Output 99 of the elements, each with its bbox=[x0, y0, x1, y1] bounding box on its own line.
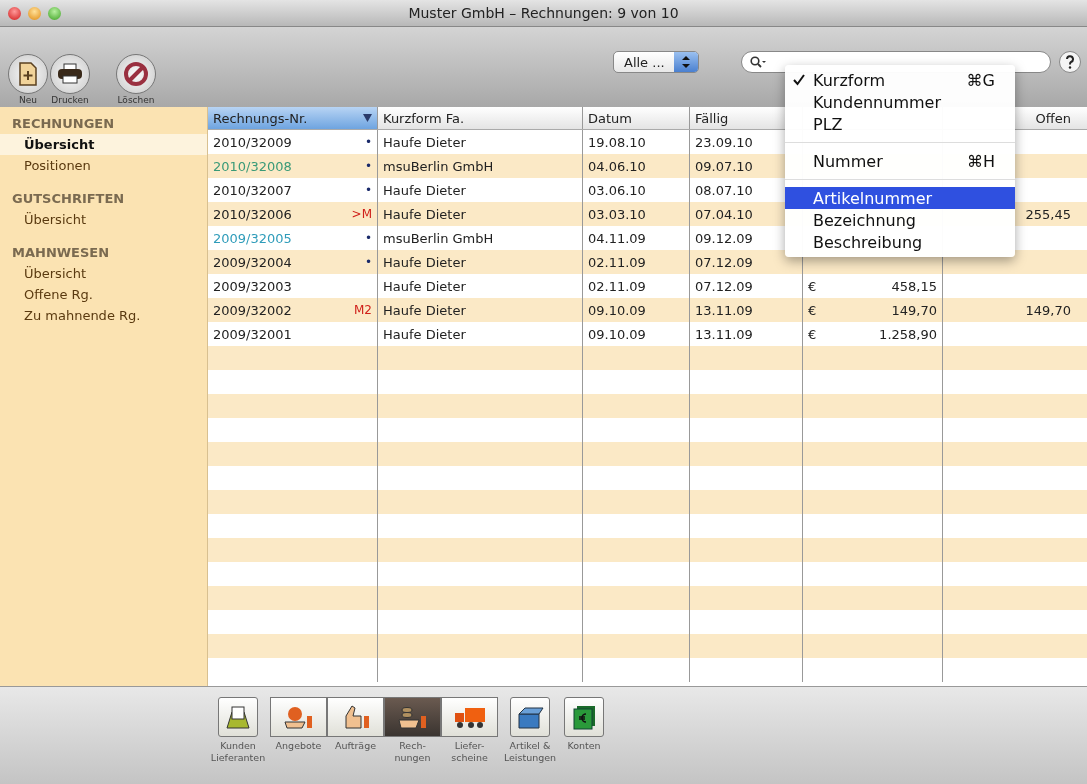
table-cell: 2009/32004 bbox=[213, 254, 292, 270]
box-icon bbox=[515, 704, 545, 730]
updown-arrows-icon bbox=[682, 56, 690, 68]
table-cell: 2010/32008 bbox=[213, 158, 292, 174]
section-heading: RECHNUNGEN bbox=[11, 115, 116, 133]
card-holder-icon bbox=[224, 704, 252, 730]
status-mark: • bbox=[364, 255, 372, 269]
table-cell: Haufe Dieter bbox=[383, 278, 466, 294]
offer-module-button[interactable] bbox=[270, 697, 327, 737]
table-cell: Haufe Dieter bbox=[383, 326, 466, 342]
table-cell: 04.11.09 bbox=[588, 230, 646, 246]
table-cell: 255,45 bbox=[1025, 206, 1071, 222]
table-cell: 08.07.10 bbox=[695, 182, 753, 198]
table-cell: 07.12.09 bbox=[695, 254, 753, 270]
printer-icon bbox=[57, 63, 83, 85]
table-cell: 19.08.10 bbox=[588, 134, 646, 150]
status-mark: • bbox=[364, 183, 372, 197]
sidebar-item[interactable]: Positionen bbox=[0, 155, 207, 176]
invoice-module-button[interactable] bbox=[384, 697, 441, 737]
contacts-module-button[interactable] bbox=[218, 697, 258, 737]
hand-coins-icon bbox=[396, 704, 429, 730]
truck-icon bbox=[452, 705, 487, 729]
help-button[interactable] bbox=[1059, 51, 1081, 73]
status-mark: • bbox=[364, 159, 372, 173]
table-cell: Haufe Dieter bbox=[383, 134, 466, 150]
hand-ball-icon bbox=[282, 704, 315, 730]
table-cell: 2009/32002 bbox=[213, 302, 292, 318]
module-label: Aufträge bbox=[335, 740, 376, 752]
table-cell: 03.03.10 bbox=[588, 206, 646, 222]
table-cell: 02.11.09 bbox=[588, 254, 646, 270]
module-label: Kunden Lieferanten bbox=[210, 740, 266, 764]
table-cell: msuBerlin GmbH bbox=[383, 230, 494, 246]
sidebar-item[interactable]: Übersicht bbox=[0, 263, 207, 284]
table-cell: 2009/32005 bbox=[213, 230, 292, 246]
table-cell: 2009/32001 bbox=[213, 326, 292, 342]
table-cell: msuBerlin GmbH bbox=[383, 158, 494, 174]
currency-sign: € bbox=[808, 326, 817, 342]
menu-item[interactable]: Kurzform ⌘G bbox=[785, 69, 1015, 91]
question-mark-icon bbox=[1065, 55, 1075, 69]
delivery-module-button[interactable] bbox=[441, 697, 498, 737]
sidebar-item[interactable]: Übersicht bbox=[0, 134, 207, 155]
module-label: Rech- nungen bbox=[394, 740, 431, 764]
table-cell: 149,70 bbox=[1025, 302, 1071, 318]
status-mark: M2 bbox=[354, 303, 372, 317]
section-heading: MAHNWESEN bbox=[11, 244, 111, 262]
close-button[interactable] bbox=[8, 6, 21, 20]
sort-arrow-icon bbox=[363, 114, 372, 122]
currency-sign: € bbox=[808, 302, 817, 318]
section-heading: GUTSCHRIFTEN bbox=[11, 190, 126, 208]
column-header[interactable]: Datum bbox=[583, 107, 690, 129]
table-cell: 458,15 bbox=[891, 278, 937, 294]
table-cell: 2010/32007 bbox=[213, 182, 292, 198]
menu-item[interactable]: Bezeichnung bbox=[785, 209, 1015, 231]
currency-sign: € bbox=[808, 278, 817, 294]
table-cell: 04.06.10 bbox=[588, 158, 646, 174]
table-cell: 1.258,90 bbox=[879, 326, 937, 342]
accounts-module-button[interactable] bbox=[564, 697, 604, 737]
column-header[interactable]: Rechnungs-Nr. bbox=[208, 107, 378, 129]
menu-item[interactable]: Beschreibung bbox=[785, 231, 1015, 253]
table-cell: 13.11.09 bbox=[695, 302, 753, 318]
module-label: Angebote bbox=[275, 740, 322, 752]
document-plus-icon bbox=[17, 62, 39, 86]
table-cell: 23.09.10 bbox=[695, 134, 753, 150]
sidebar-item[interactable]: Zu mahnende Rg. bbox=[0, 305, 207, 326]
table-cell: Haufe Dieter bbox=[383, 254, 466, 270]
table-cell: 02.11.09 bbox=[588, 278, 646, 294]
module-label: Liefer- scheine bbox=[451, 740, 488, 764]
table-cell: Haufe Dieter bbox=[383, 206, 466, 222]
search-icon bbox=[750, 56, 766, 68]
sidebar-item[interactable]: Offene Rg. bbox=[0, 284, 207, 305]
sidebar-item[interactable]: Übersicht bbox=[0, 209, 207, 230]
module-label: Konten bbox=[567, 740, 601, 752]
articles-module-button[interactable] bbox=[510, 697, 550, 737]
filter-popup[interactable]: Alle ... bbox=[613, 51, 699, 73]
module-label: Artikel & Leistungen bbox=[503, 740, 557, 764]
table-cell: 2010/32006 bbox=[213, 206, 292, 222]
table-cell: 2009/32003 bbox=[213, 278, 292, 294]
status-mark: • bbox=[364, 135, 372, 149]
table-cell: 09.07.10 bbox=[695, 158, 753, 174]
table-cell: 149,70 bbox=[891, 302, 937, 318]
table-cell: Haufe Dieter bbox=[383, 182, 466, 198]
table-cell: 07.04.10 bbox=[695, 206, 753, 222]
banknotes-icon bbox=[571, 704, 597, 730]
table-cell: 03.06.10 bbox=[588, 182, 646, 198]
status-mark: >M bbox=[351, 207, 372, 221]
table-cell: 09.12.09 bbox=[695, 230, 753, 246]
column-header[interactable]: Kurzform Fa. bbox=[378, 107, 583, 129]
prohibited-icon bbox=[123, 61, 149, 87]
menu-item[interactable]: Artikelnummer bbox=[785, 187, 1015, 209]
table-cell: Haufe Dieter bbox=[383, 302, 466, 318]
table-cell: 07.12.09 bbox=[695, 278, 753, 294]
window-title: Muster GmbH – Rechnungen: 9 von 10 bbox=[407, 5, 680, 21]
menu-item[interactable]: Nummer ⌘H bbox=[785, 150, 1015, 172]
table-cell: 09.10.09 bbox=[588, 302, 646, 318]
table-cell: 2010/32009 bbox=[213, 134, 292, 150]
status-mark: • bbox=[364, 231, 372, 245]
table-cell: 13.11.09 bbox=[695, 326, 753, 342]
order-module-button[interactable] bbox=[327, 697, 384, 737]
table-cell: 09.10.09 bbox=[588, 326, 646, 342]
